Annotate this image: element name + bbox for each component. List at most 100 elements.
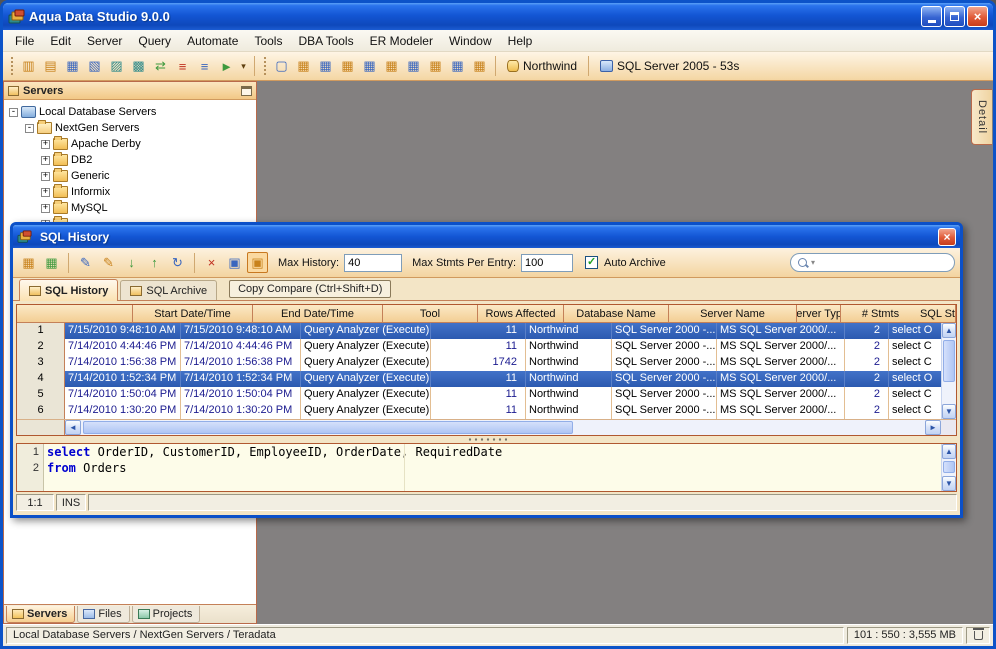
grid-pivot-icon[interactable]: ▦ [359, 56, 380, 77]
tree-expander[interactable]: + [41, 187, 50, 197]
minimize-button[interactable] [921, 6, 942, 27]
import-entries-icon[interactable]: ↑ [144, 252, 165, 273]
tree-item[interactable]: + DB2 [4, 152, 256, 168]
compare-tool-icon[interactable]: ≡ [172, 56, 193, 77]
view-grid-icon[interactable]: ▦ [18, 252, 39, 273]
pane-splitter[interactable] [13, 436, 960, 443]
column-header[interactable]: End Date/Time [253, 305, 383, 323]
menu-query[interactable]: Query [130, 31, 179, 51]
tree-expander[interactable]: + [41, 203, 50, 213]
table-horizontal-scrollbar[interactable]: ◄ ► [17, 419, 956, 435]
menu-server[interactable]: Server [79, 31, 130, 51]
column-header[interactable]: Rows Affected [478, 305, 564, 323]
copy-entry-icon[interactable]: ✎ [98, 252, 119, 273]
max-stmts-input[interactable] [521, 253, 574, 272]
tree-item[interactable]: - Local Database Servers [4, 104, 256, 120]
tree-expander[interactable]: - [25, 123, 34, 133]
grid-sort-icon[interactable]: ▦ [403, 56, 424, 77]
automation-tool-icon[interactable]: ► [216, 56, 237, 77]
toolbar-grip[interactable] [10, 56, 14, 76]
tree-item[interactable]: + MySQL [4, 200, 256, 216]
grid-form-view-icon[interactable]: ▦ [337, 56, 358, 77]
tab-sql-archive[interactable]: SQL Archive [120, 280, 218, 300]
edit-entry-icon[interactable]: ✎ [75, 252, 96, 273]
window-titlebar[interactable]: Aqua Data Studio 9.0.0 × [3, 3, 993, 30]
refresh-entries-icon[interactable]: ↻ [167, 252, 188, 273]
history-row[interactable]: 5 7/14/2010 1:50:04 PM 7/14/2010 1:50:04… [17, 387, 956, 403]
dialog-titlebar[interactable]: SQL History × [13, 225, 960, 248]
import-export-tool-icon[interactable]: ⇄ [150, 56, 171, 77]
scroll-right-icon[interactable]: ► [925, 420, 941, 435]
results-grid-icon[interactable]: ▦ [293, 56, 314, 77]
panel-tab-servers[interactable]: Servers [6, 606, 76, 623]
tree-item[interactable]: + Generic [4, 168, 256, 184]
tree-expander[interactable]: - [9, 107, 18, 117]
register-server-icon[interactable]: ▥ [18, 56, 39, 77]
column-header[interactable]: SQL St [919, 305, 956, 323]
tree-expander[interactable]: + [41, 139, 50, 149]
table-vertical-scrollbar[interactable]: ▲ ▼ [941, 323, 956, 419]
history-row[interactable]: 3 7/14/2010 1:56:38 PM 7/14/2010 1:56:38… [17, 355, 956, 371]
history-row[interactable]: 2 7/14/2010 4:44:46 PM 7/14/2010 4:44:46… [17, 339, 956, 355]
scrollbar-thumb[interactable] [943, 461, 955, 473]
column-header[interactable]: Database Name [564, 305, 669, 323]
column-header[interactable]: Tool [383, 305, 478, 323]
panel-float-icon[interactable] [241, 85, 252, 96]
scroll-down-icon[interactable]: ▼ [942, 404, 956, 419]
scrollbar-thumb[interactable] [943, 340, 955, 382]
garbage-collect-button[interactable] [966, 626, 990, 644]
menu-file[interactable]: File [7, 31, 42, 51]
copy-compare-button[interactable]: Copy Compare (Ctrl+Shift+D) [229, 280, 392, 298]
column-header[interactable]: Start Date/Time [133, 305, 253, 323]
close-button[interactable]: × [967, 6, 988, 27]
tree-expander[interactable]: + [41, 155, 50, 165]
menu-window[interactable]: Window [441, 31, 500, 51]
scroll-up-icon[interactable]: ▲ [942, 444, 956, 459]
grid-text-view-icon[interactable]: ▦ [315, 56, 336, 77]
search-dropdown-icon[interactable]: ▾ [811, 258, 815, 267]
table-data-tool-icon[interactable]: ▩ [128, 56, 149, 77]
auto-archive-checkbox[interactable]: ✓ [585, 256, 599, 269]
menu-edit[interactable]: Edit [42, 31, 79, 51]
tree-item[interactable]: + Apache Derby [4, 136, 256, 152]
menu-tools[interactable]: Tools [246, 31, 290, 51]
history-search-input[interactable]: ▾ [790, 253, 955, 272]
column-header[interactable]: # Stmts [841, 305, 920, 323]
sql-preview-editor[interactable]: 1 select OrderID, CustomerID, EmployeeID… [16, 443, 957, 492]
delete-entry-icon[interactable]: × [201, 252, 222, 273]
toolbar-grip[interactable] [263, 56, 267, 76]
tree-expander[interactable]: + [41, 171, 50, 181]
maximize-button[interactable] [944, 6, 965, 27]
panel-tab-projects[interactable]: Projects [131, 606, 201, 623]
tree-item[interactable]: + Informix [4, 184, 256, 200]
server-folder-icon[interactable]: ▤ [40, 56, 61, 77]
view-grid-add-icon[interactable]: ▦ [41, 252, 62, 273]
schema-browser-icon[interactable]: ▦ [62, 56, 83, 77]
history-row[interactable]: 1 7/15/2010 9:48:10 AM 7/15/2010 9:48:10… [17, 323, 956, 339]
export-entries-icon[interactable]: ↓ [121, 252, 142, 273]
servers-panel-header[interactable]: Servers [4, 82, 256, 100]
grid-print-icon[interactable]: ▦ [469, 56, 490, 77]
max-history-input[interactable] [344, 253, 403, 272]
scroll-up-icon[interactable]: ▲ [942, 323, 956, 338]
toggle-sql-pane-icon[interactable]: ▣ [247, 252, 268, 273]
editor-vertical-scrollbar[interactable]: ▲ ▼ [941, 444, 956, 491]
grid-filter-icon[interactable]: ▦ [381, 56, 402, 77]
script-tool-icon[interactable]: ≡ [194, 56, 215, 77]
detail-side-tab[interactable]: Detail [971, 89, 992, 145]
menu-er-modeler[interactable]: ER Modeler [362, 31, 441, 51]
scroll-left-icon[interactable]: ◄ [65, 420, 81, 435]
menu-automate[interactable]: Automate [179, 31, 246, 51]
toolbar-overflow-icon[interactable]: ▾ [238, 61, 249, 72]
panel-tab-files[interactable]: Files [77, 606, 130, 623]
tab-sql-history[interactable]: SQL History [19, 279, 119, 301]
grid-export-icon[interactable]: ▦ [447, 56, 468, 77]
scroll-down-icon[interactable]: ▼ [942, 476, 956, 491]
column-header[interactable]: Server Type [797, 305, 841, 323]
menu-help[interactable]: Help [500, 31, 541, 51]
dialog-close-button[interactable]: × [938, 227, 956, 246]
column-header[interactable] [17, 305, 133, 323]
database-selector[interactable]: Northwind [501, 59, 583, 73]
new-query-window-icon[interactable]: ▢ [271, 56, 292, 77]
open-in-window-icon[interactable]: ▣ [224, 252, 245, 273]
